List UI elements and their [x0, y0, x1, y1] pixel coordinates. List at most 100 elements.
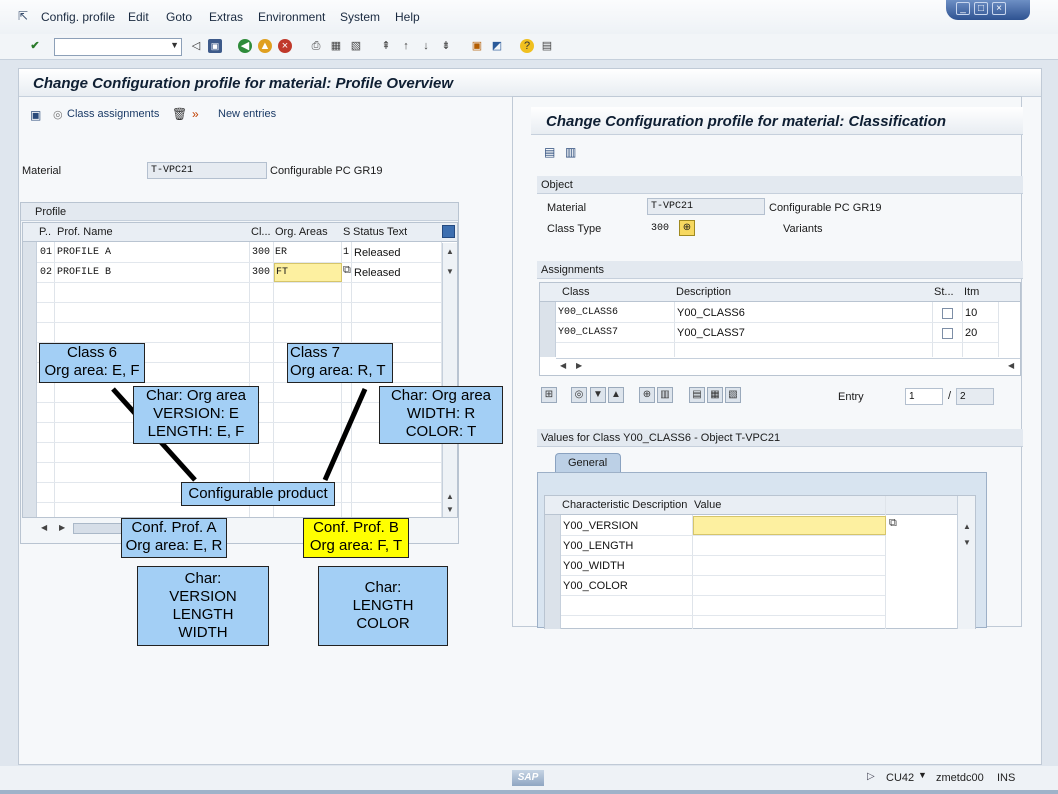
version-value-help-icon[interactable]: ⧉ [889, 517, 897, 530]
select-block-icon[interactable]: ▦ [707, 387, 723, 403]
find-icon[interactable]: ▦ [329, 39, 343, 53]
menu-config-profile[interactable]: Config. profile [41, 10, 115, 24]
minimize-button[interactable]: _ [956, 2, 970, 15]
col-s[interactable]: S [343, 226, 350, 238]
scroll-left-icon[interactable]: ◀ [41, 523, 47, 532]
profile-row-1-org[interactable]: ER [275, 247, 287, 258]
menu-exit-icon[interactable]: ⇱ [18, 9, 28, 23]
new-entries-button[interactable]: New entries [218, 108, 276, 120]
material-field[interactable]: T-VPC21 [147, 162, 267, 179]
menu-environment[interactable]: Environment [258, 10, 325, 24]
insert-mode[interactable]: INS [997, 772, 1015, 784]
next-page-icon[interactable]: ↓ [419, 39, 433, 53]
col-description[interactable]: Description [676, 286, 731, 298]
profile-row-2-name[interactable]: PROFILE B [57, 267, 111, 278]
deselect-icon[interactable]: ▧ [725, 387, 741, 403]
close-button[interactable]: × [992, 2, 1006, 15]
display-change-icon[interactable]: ▣ [30, 108, 41, 122]
assign-scroll-end-icon[interactable]: ◀ [1008, 361, 1014, 370]
col-org-areas[interactable]: Org. Areas [275, 226, 328, 238]
col-class[interactable]: Class [562, 286, 590, 298]
shortcut-icon[interactable]: ◩ [490, 39, 504, 53]
new-entries-icon[interactable]: » [192, 107, 199, 121]
column-settings-icon[interactable] [442, 225, 455, 238]
scroll-right-icon[interactable]: ▶ [59, 523, 65, 532]
col-status-text[interactable]: Status Text [353, 226, 407, 238]
command-field[interactable]: ▼ [54, 38, 182, 56]
assign-row-selectors[interactable] [540, 302, 556, 357]
select-all-icon[interactable]: ▤ [689, 387, 705, 403]
class-type-help-icon[interactable]: ⊕ [679, 220, 695, 236]
help-icon[interactable]: ? [520, 39, 534, 53]
change-icon[interactable]: ▥ [565, 145, 576, 159]
copy-row-icon[interactable]: ⊕ [639, 387, 655, 403]
position-icon[interactable]: ◎ [571, 387, 587, 403]
assign-row-2-status-checkbox[interactable] [942, 328, 953, 339]
assign-row-1-status-checkbox[interactable] [942, 308, 953, 319]
char-scroll-down-icon[interactable]: ▼ [963, 538, 971, 547]
scroll-down-icon[interactable]: ▼ [446, 267, 454, 276]
col-p[interactable]: P.. [39, 226, 51, 238]
version-value-input[interactable] [693, 516, 886, 535]
first-page-icon[interactable]: ⇞ [379, 39, 393, 53]
col-prof-name[interactable]: Prof. Name [57, 226, 113, 238]
value-help-icon[interactable]: ⧉ [343, 264, 351, 277]
class-assignments-button[interactable]: Class assignments [67, 108, 159, 120]
menu-system[interactable]: System [340, 10, 380, 24]
entry-field[interactable]: 1 [905, 388, 943, 405]
col-characteristic-description[interactable]: Characteristic Description [562, 499, 687, 511]
menu-edit[interactable]: Edit [128, 10, 149, 24]
print-icon[interactable]: ⎙ [309, 39, 323, 53]
layout-menu-icon[interactable]: ▤ [540, 39, 554, 53]
delete-icon[interactable]: 🗑 [172, 107, 187, 121]
menu-extras[interactable]: Extras [209, 10, 243, 24]
status-expand-icon[interactable]: ▷ [867, 771, 875, 782]
menu-help[interactable]: Help [395, 10, 420, 24]
exit-icon[interactable]: ▲ [258, 39, 272, 53]
char-row-selectors[interactable] [545, 515, 561, 629]
display-icon[interactable]: ▤ [544, 145, 555, 159]
menu-goto[interactable]: Goto [166, 10, 192, 24]
col-itm[interactable]: Itm [964, 286, 979, 298]
enter-check-icon[interactable]: ✔ [28, 39, 42, 53]
save-icon[interactable]: ▣ [208, 39, 222, 53]
char-scroll-up-icon[interactable]: ▲ [963, 522, 971, 531]
assign-horizontal-scrollbar[interactable]: ◀ ▶ ◀ [556, 358, 1020, 375]
last-page-icon[interactable]: ⇟ [439, 39, 453, 53]
page-down-icon[interactable]: ▼ [590, 387, 606, 403]
row-selector-column[interactable] [23, 242, 37, 517]
find-next-icon[interactable]: ▧ [349, 39, 363, 53]
tcode-dropdown-icon[interactable]: ▼ [918, 770, 927, 780]
profile-row-1-name[interactable]: PROFILE A [57, 247, 111, 258]
scroll-up-icon[interactable]: ▲ [446, 247, 454, 256]
assign-row-2-class[interactable]: Y00_CLASS7 [558, 327, 618, 338]
maximize-button[interactable]: □ [974, 2, 988, 15]
class-material-field[interactable]: T-VPC21 [647, 198, 765, 215]
page-up-icon[interactable]: ▲ [608, 387, 624, 403]
tab-general[interactable]: General [555, 453, 621, 473]
back-icon[interactable]: ◀ [238, 39, 252, 53]
char-vertical-scrollbar[interactable]: ▲ ▼ [957, 496, 975, 629]
scroll-thumb[interactable] [73, 523, 123, 534]
prev-page-icon[interactable]: ↑ [399, 39, 413, 53]
col-cl[interactable]: Cl... [251, 226, 271, 238]
assign-scroll-right-icon[interactable]: ▶ [576, 361, 582, 370]
profile-row-2-org[interactable]: FT [276, 267, 288, 278]
delete-row-icon[interactable]: ▥ [657, 387, 673, 403]
assign-row-1-class[interactable]: Y00_CLASS6 [558, 307, 618, 318]
transaction-code: CU42 [886, 772, 915, 784]
scroll-up-icon-bottom[interactable]: ▲ [446, 492, 454, 501]
new-session-icon[interactable]: ▣ [470, 39, 484, 53]
class-assignments-icon[interactable]: ◎ [53, 108, 63, 121]
col-value[interactable]: Value [694, 499, 721, 511]
insert-row-icon[interactable]: ⊞ [541, 387, 557, 403]
cancel-icon[interactable]: × [278, 39, 292, 53]
history-back-icon[interactable]: ◁ [189, 39, 203, 53]
assign-row-1-desc: Y00_CLASS6 [677, 307, 745, 319]
assign-scroll-left-icon[interactable]: ◀ [560, 361, 566, 370]
chevron-down-icon[interactable]: ▼ [170, 40, 179, 50]
col-st[interactable]: St... [934, 286, 954, 298]
scroll-down-icon-bottom[interactable]: ▼ [446, 505, 454, 514]
note-char-a: Char: VERSION LENGTH WIDTH [137, 566, 269, 646]
profile-vertical-scrollbar[interactable]: ▲ ▼ ▲ ▼ [442, 243, 457, 517]
